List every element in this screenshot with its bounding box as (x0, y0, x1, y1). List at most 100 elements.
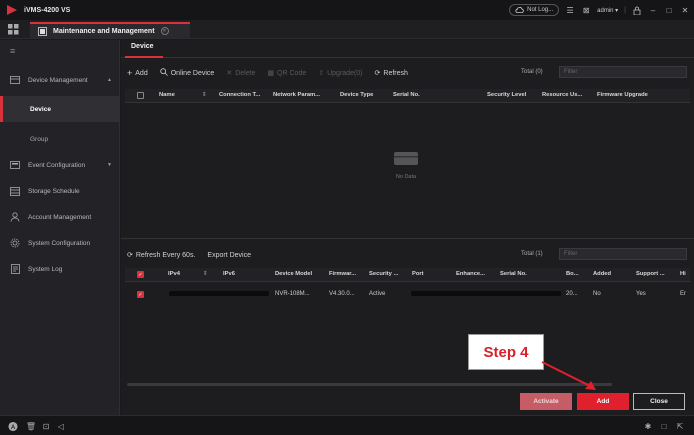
device-model-cell: NVR-108M... (275, 291, 310, 297)
column-header[interactable]: Connection T... (219, 92, 260, 98)
column-header[interactable]: Resource Us... (542, 92, 582, 98)
add-label: Add (135, 69, 148, 77)
select-all-checkbox[interactable] (137, 92, 144, 99)
sidebar-item-label: Storage Schedule (28, 187, 80, 195)
refresh-every-button[interactable]: ⟳ Refresh Every 60s. (127, 251, 196, 260)
select-all-online-checkbox[interactable]: ✓ (137, 271, 144, 278)
speaker-icon[interactable]: ◁ (56, 421, 66, 431)
redacted-serial (411, 291, 561, 296)
refresh-every-label: Refresh Every 60s. (135, 251, 196, 259)
trash-icon[interactable]: 🗑 (26, 421, 36, 431)
window-icon[interactable]: □ (659, 421, 669, 431)
upgrade-icon: ⇧ (318, 70, 325, 77)
user-name: admin (597, 7, 614, 14)
upgrade-label: Upgrade(0) (327, 69, 363, 77)
alarm-icon[interactable]: A (8, 421, 18, 431)
no-data-placeholder: No Data (381, 150, 431, 180)
column-header[interactable]: Security Level (487, 92, 526, 98)
device-filter-input[interactable]: Filter (559, 66, 687, 78)
column-header[interactable]: Serial No. (393, 92, 420, 98)
no-data-label: No Data (395, 174, 417, 180)
qr-code-label: QR Code (277, 69, 307, 77)
device-management-icon (10, 75, 20, 85)
export-device-label: Export Device (207, 251, 251, 259)
column-header[interactable]: Firmware Upgrade (597, 92, 648, 98)
column-header[interactable]: Bo... (566, 271, 579, 277)
sidebar-item-system-configuration[interactable]: System Configuration (0, 231, 120, 255)
added-cell: No (593, 291, 601, 297)
module-grid-icon[interactable] (8, 24, 19, 35)
message-icon[interactable]: ⊠ (581, 5, 591, 15)
column-header[interactable]: Network Param... (273, 92, 320, 98)
step-annotation: Step 4 (468, 334, 544, 370)
module-tab-bar: Maintenance and Management ✕ (0, 20, 694, 39)
status-bar: A 🗑 ⊡ ◁ ✱ □ ⇱ (0, 415, 694, 435)
svg-text:A: A (11, 423, 16, 430)
image-icon[interactable]: ⊡ (41, 421, 51, 431)
account-management-icon (10, 212, 20, 222)
column-header[interactable]: Name (159, 92, 175, 98)
cloud-status-button[interactable]: Not Log... (509, 4, 560, 16)
sidebar-item-label: System Configuration (28, 239, 91, 247)
column-header[interactable]: Port (412, 271, 424, 277)
column-header[interactable]: Added (593, 271, 611, 277)
column-header[interactable]: Security ... (369, 271, 398, 277)
lock-icon[interactable] (632, 5, 642, 15)
delete-button[interactable]: ✕ Delete (226, 69, 256, 78)
column-header[interactable]: Hi (680, 271, 686, 277)
online-device-filter-input[interactable]: Filter (559, 248, 687, 260)
online-device-toolbar: ⟳ Refresh Every 60s. Export Device (127, 248, 251, 262)
column-header[interactable]: Device Type (340, 92, 373, 98)
support-cell: Yes (636, 291, 646, 297)
plus-icon: + (127, 68, 133, 78)
tab-device[interactable]: Device (131, 43, 154, 50)
user-caret-icon: ▾ (615, 7, 619, 14)
close-window-icon[interactable]: ✕ (680, 5, 690, 15)
maximize-icon[interactable]: □ (664, 5, 674, 15)
collapse-icon[interactable]: ⇱ (675, 421, 685, 431)
redacted-ip (169, 291, 269, 296)
sidebar-item-account-management[interactable]: Account Management (0, 205, 120, 229)
sort-icon[interactable]: ⇕ (203, 271, 208, 277)
upgrade-button[interactable]: ⇧ Upgrade(0) (318, 69, 363, 78)
sidebar-item-event-configuration[interactable]: Event Configuration ▼ (0, 153, 120, 177)
row-checkbox[interactable]: ✓ (137, 291, 144, 298)
sort-icon[interactable]: ⇕ (202, 92, 207, 98)
refresh-button[interactable]: ⟳ Refresh (375, 69, 408, 78)
qr-code-button[interactable]: ▦ QR Code (267, 69, 307, 78)
column-header[interactable]: Serial No. (500, 271, 527, 277)
main-content: Device + Add Online Device ✕ Delete ▦ QR Co… (121, 40, 694, 415)
tab-maintenance-and-management[interactable]: Maintenance and Management ✕ (30, 22, 190, 38)
sidebar-item-label: Device Management (28, 76, 88, 84)
column-header[interactable]: Enhance... (456, 271, 485, 277)
column-header[interactable]: IPv6 (223, 271, 235, 277)
column-header[interactable]: Support ... (636, 271, 665, 277)
close-button[interactable]: Close (633, 393, 685, 410)
activate-button[interactable]: Activate (520, 393, 572, 410)
active-tab-underline (125, 56, 163, 58)
column-header[interactable]: Device Model (275, 271, 312, 277)
column-header[interactable]: IPv4 (168, 271, 180, 277)
collapse-menu-icon[interactable]: ≡ (10, 46, 15, 56)
sidebar-item-device-management[interactable]: Device Management ▲ (0, 68, 120, 92)
sidebar-item-storage-schedule[interactable]: Storage Schedule (0, 179, 120, 203)
tab-label: Maintenance and Management (53, 27, 155, 35)
export-device-button[interactable]: Export Device (207, 252, 251, 259)
device-total: Total (0) (521, 69, 543, 75)
user-menu[interactable]: admin ▾ (597, 7, 618, 14)
sidebar-item-system-log[interactable]: System Log (0, 257, 120, 281)
delete-label: Delete (235, 69, 256, 77)
minimize-icon[interactable]: – (648, 5, 658, 15)
sidebar-item-device[interactable]: Device (0, 96, 120, 122)
sidebar-item-group[interactable]: Group (0, 126, 120, 152)
table-row[interactable]: ✓ NVR-108M... V4.30.0... Active 20... No… (125, 289, 690, 301)
add-button[interactable]: Add (577, 393, 629, 410)
tab-close-icon[interactable]: ✕ (160, 27, 169, 35)
device-table-header: Name ⇕ Connection T... Network Param... … (125, 89, 690, 103)
pin-icon[interactable]: ✱ (643, 421, 653, 431)
column-header[interactable]: Firmwar... (329, 271, 356, 277)
add-device-button[interactable]: + Add (127, 68, 148, 78)
task-list-icon[interactable]: ☰ (565, 5, 575, 15)
maintenance-icon (38, 26, 47, 36)
online-device-button[interactable]: Online Device (160, 68, 214, 78)
